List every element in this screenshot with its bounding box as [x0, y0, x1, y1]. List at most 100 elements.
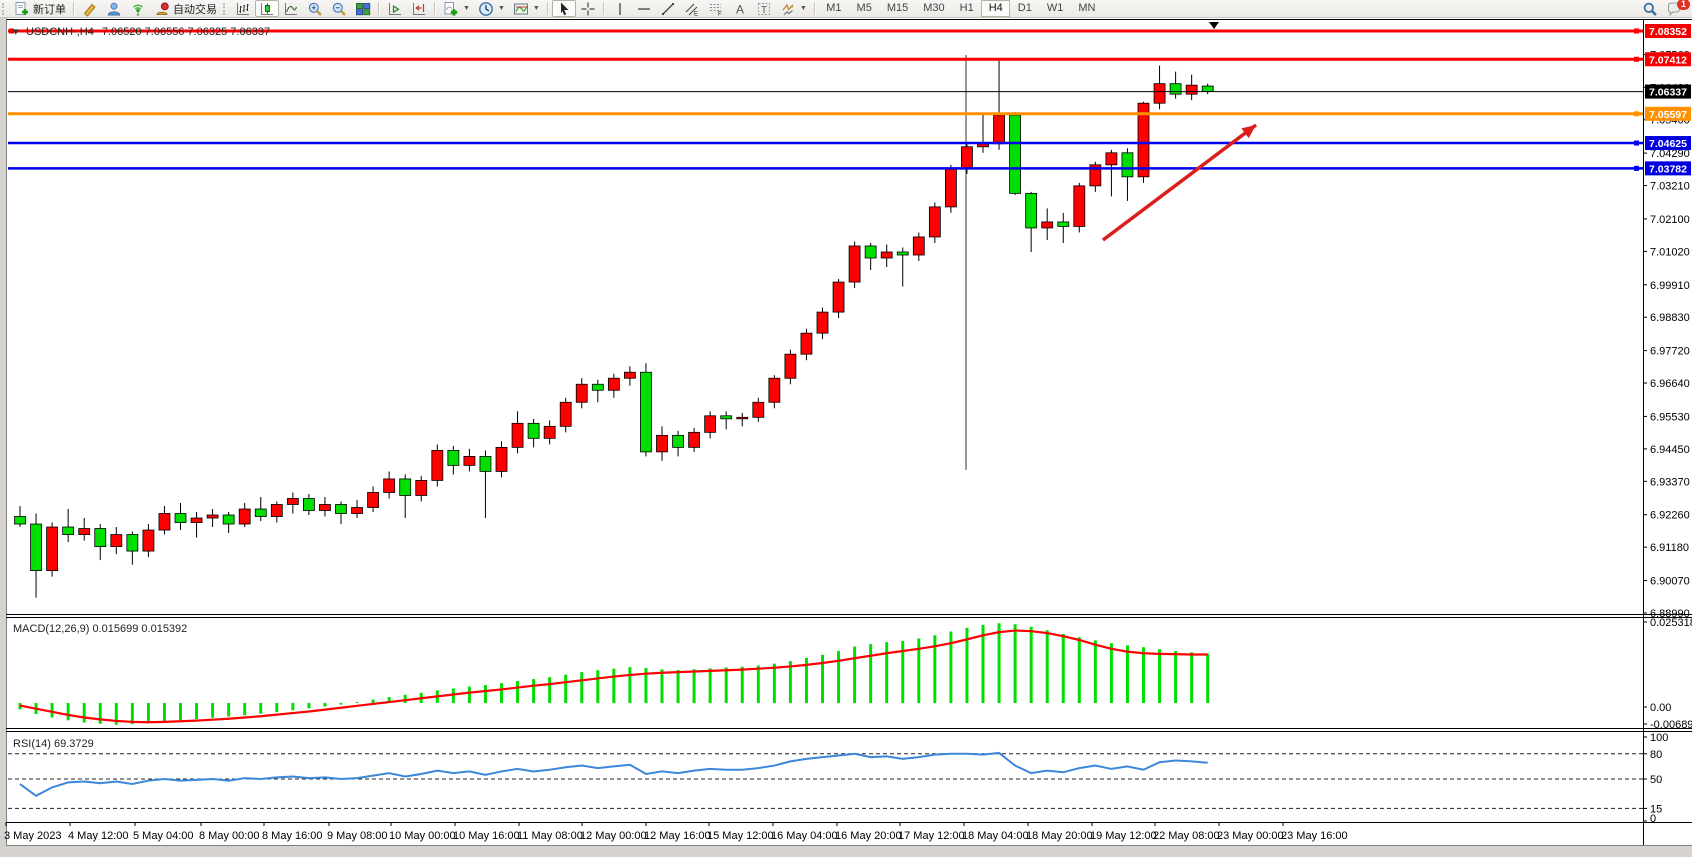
- zoom-out-button[interactable]: [327, 0, 351, 17]
- indicators-button[interactable]: ▼: [439, 0, 474, 17]
- trendline-button[interactable]: [656, 0, 680, 17]
- candle-body: [63, 527, 74, 535]
- new-order-button[interactable]: 新订单: [10, 0, 70, 17]
- fibonacci-icon: F: [708, 1, 724, 17]
- metaeditor-button[interactable]: [78, 0, 102, 17]
- crosshair-button[interactable]: [576, 0, 600, 17]
- rsi-tick-label: 0: [1650, 813, 1656, 825]
- templates-button[interactable]: ▼: [509, 0, 544, 17]
- line-handle[interactable]: [1634, 141, 1639, 146]
- candle-body: [303, 498, 314, 510]
- community-button[interactable]: [102, 0, 126, 17]
- candle-body: [1026, 193, 1037, 228]
- tile-windows-button[interactable]: [351, 0, 375, 17]
- candle-body: [416, 480, 427, 495]
- candle-body: [929, 207, 940, 237]
- time-tick-label: 12 May 16:00: [644, 830, 711, 842]
- price-tick-label: 6.95530: [1650, 411, 1690, 423]
- rsi-title: RSI(14) 69.3729: [13, 738, 94, 750]
- arrows-button[interactable]: ▼: [776, 0, 811, 17]
- line-handle[interactable]: [1634, 28, 1639, 33]
- price-badge-label: 7.04625: [1649, 138, 1687, 150]
- bar-chart-button[interactable]: [231, 0, 255, 17]
- tab-timeframe-m1[interactable]: M1: [819, 0, 849, 17]
- time-tick-label: 4 May 12:00: [68, 830, 129, 842]
- channel-button[interactable]: E: [680, 0, 704, 17]
- candle-body: [1010, 115, 1021, 193]
- tab-timeframe-h1[interactable]: H1: [952, 0, 981, 17]
- line-chart-icon: [283, 1, 299, 17]
- svg-text:A: A: [736, 2, 744, 16]
- tab-timeframe-w1[interactable]: W1: [1039, 0, 1071, 17]
- time-tick-label: 16 May 20:00: [835, 830, 902, 842]
- autotrading-button[interactable]: 自动交易: [150, 0, 221, 17]
- tab-timeframe-m30[interactable]: M30: [916, 0, 952, 17]
- line-chart-button[interactable]: [279, 0, 303, 17]
- candlestick-chart-button[interactable]: [255, 0, 279, 17]
- candle-body: [1106, 153, 1117, 165]
- candle-body: [881, 252, 892, 258]
- candle-body: [15, 517, 26, 525]
- cursor-button[interactable]: [552, 0, 576, 17]
- text-button[interactable]: A: [728, 0, 752, 17]
- channel-icon: E: [684, 1, 700, 17]
- macd-title: MACD(12,26,9) 0.015699 0.015392: [13, 623, 187, 635]
- candle-body: [576, 384, 587, 402]
- time-tick-label: 5 May 04:00: [133, 830, 194, 842]
- autotrading-icon: [154, 1, 170, 17]
- candle-body: [512, 423, 523, 447]
- autotrading-label: 自动交易: [173, 1, 217, 17]
- autoscroll-button[interactable]: [383, 0, 407, 17]
- toolbar-grip[interactable]: [223, 3, 228, 15]
- candle-body: [1170, 84, 1181, 95]
- line-handle[interactable]: [1634, 166, 1639, 171]
- candle-body: [95, 529, 106, 547]
- line-handle[interactable]: [1634, 57, 1639, 62]
- candle-body: [400, 479, 411, 496]
- chart-window[interactable]: 7.075687.064807.054007.042907.032107.021…: [0, 0, 1692, 857]
- time-tick-label: 3 May 2023: [4, 830, 61, 842]
- candle-body: [255, 509, 266, 517]
- candle-body: [319, 504, 330, 510]
- candle-body: [432, 450, 443, 480]
- candle-body: [175, 514, 186, 523]
- candle-body: [207, 515, 218, 518]
- fibonacci-button[interactable]: F: [704, 0, 728, 17]
- candle-body: [769, 378, 780, 402]
- time-tick-label: 15 May 12:00: [707, 830, 774, 842]
- candle-body: [336, 504, 347, 513]
- time-tick-label: 16 May 04:00: [771, 830, 838, 842]
- tab-timeframe-mn[interactable]: MN: [1071, 0, 1103, 17]
- chart-shift-button[interactable]: [407, 0, 431, 17]
- candle-body: [721, 416, 732, 419]
- tab-timeframe-m5[interactable]: M5: [849, 0, 879, 17]
- chart-marker-icon[interactable]: ▾: [13, 26, 19, 38]
- tab-timeframe-h4[interactable]: H4: [981, 0, 1010, 17]
- search-button[interactable]: [1638, 0, 1662, 17]
- line-handle[interactable]: [1634, 111, 1639, 116]
- candle-body: [994, 115, 1005, 144]
- vertical-line-button[interactable]: [608, 0, 632, 17]
- tab-timeframe-d1[interactable]: D1: [1010, 0, 1039, 17]
- toolbar-grip[interactable]: [2, 3, 7, 15]
- crosshair-icon: [580, 1, 596, 17]
- community-icon: [106, 1, 122, 17]
- candle-body: [1154, 84, 1165, 104]
- candle-body: [271, 504, 282, 516]
- zoom-in-button[interactable]: [303, 0, 327, 17]
- notifications-button[interactable]: 1: [1662, 0, 1686, 17]
- time-tick-label: 10 May 16:00: [453, 830, 520, 842]
- tab-timeframe-m15[interactable]: M15: [879, 0, 915, 17]
- bar-chart-icon: [235, 1, 251, 17]
- candle-body: [1074, 186, 1085, 227]
- text-label-button[interactable]: T: [752, 0, 776, 17]
- candle-body: [191, 518, 202, 523]
- time-tick-label: 23 May 00:00: [1217, 830, 1284, 842]
- price-tick-label: 7.03210: [1650, 181, 1690, 193]
- signals-button[interactable]: [126, 0, 150, 17]
- periods-button[interactable]: ▼: [474, 0, 509, 17]
- periods-icon: [478, 1, 494, 17]
- candle-body: [544, 426, 555, 438]
- horizontal-line-button[interactable]: [632, 0, 656, 17]
- price-tick-label: 6.98830: [1650, 312, 1690, 324]
